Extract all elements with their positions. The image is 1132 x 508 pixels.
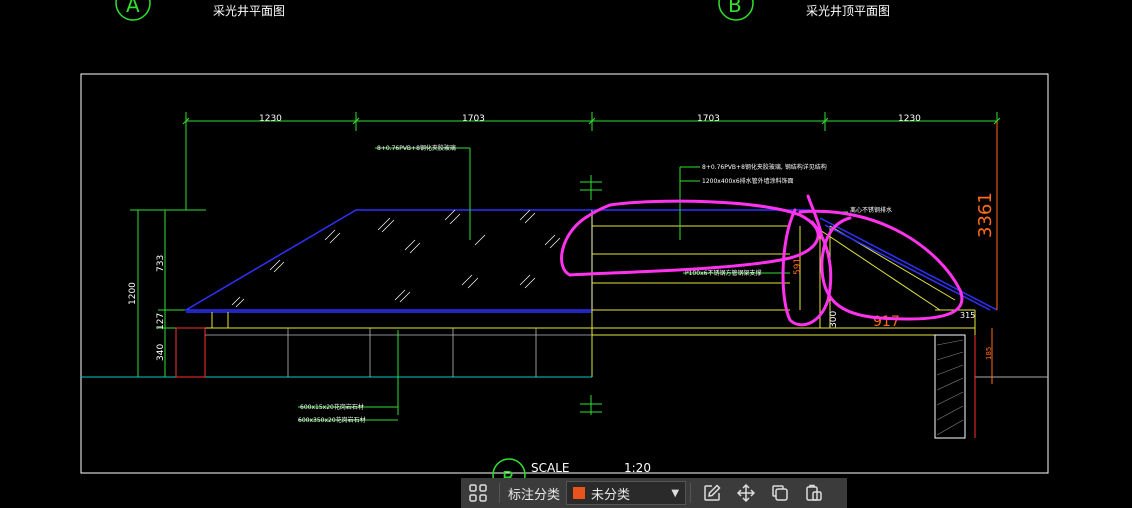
section-a-title: 采光井平面图 bbox=[213, 4, 285, 18]
right-dimension bbox=[991, 121, 998, 384]
category-color-swatch bbox=[573, 487, 586, 499]
note-glass-right-1: 8+0.76PVB+8钢化夹胶玻璃, 钢结构详见结构 bbox=[702, 163, 827, 171]
dim-left-127: 127 bbox=[156, 313, 166, 330]
category-value: 未分类 bbox=[591, 487, 631, 503]
dim-top-2: 1703 bbox=[462, 114, 485, 124]
note-glass-right-2: 1200x400x6排水管外墙涂料饰面 bbox=[702, 177, 794, 185]
dim-top-4: 1230 bbox=[898, 114, 921, 124]
leader-lines bbox=[298, 147, 848, 421]
note-glass-top: 8+0.76PVB+8钢化夹胶玻璃 bbox=[377, 144, 456, 152]
note-stone-1: 600x15x20花岗岩石材 bbox=[300, 403, 364, 411]
category-label: 标注分类 bbox=[508, 487, 561, 503]
glass-hatch bbox=[231, 209, 561, 308]
paste-icon[interactable] bbox=[797, 478, 831, 508]
dim-top-1: 1230 bbox=[259, 114, 282, 124]
grid-icon[interactable] bbox=[461, 478, 495, 508]
left-dimension bbox=[130, 209, 206, 378]
dim-left-total: 1200 bbox=[128, 282, 138, 305]
base-left-block bbox=[175, 327, 206, 378]
section-b-title: 采光井顶平面图 bbox=[806, 4, 890, 18]
wall-hatch bbox=[936, 339, 964, 436]
dim-left-733: 733 bbox=[156, 255, 166, 272]
dim-300: 300 bbox=[829, 311, 839, 328]
dim-left-340: 340 bbox=[156, 344, 166, 361]
dim-right-total: 3361 bbox=[975, 192, 996, 238]
scale-label: SCALE bbox=[531, 461, 569, 475]
chevron-down-icon: ▼ bbox=[671, 487, 680, 499]
annotation-toolbar: 标注分类 未分类 ▼ bbox=[461, 478, 847, 508]
dim-top-3: 1703 bbox=[697, 114, 720, 124]
base-structure bbox=[186, 210, 976, 377]
drawing-frame bbox=[80, 73, 1049, 474]
section-a-marker: A bbox=[126, 0, 140, 17]
note-drain: 离心不锈钢排水 bbox=[850, 206, 892, 214]
dim-591: 591 bbox=[793, 258, 803, 275]
dim-185: 185 bbox=[985, 347, 993, 360]
note-stone-2: 600x350x20花岗岩石材 bbox=[298, 416, 366, 424]
edit-icon[interactable] bbox=[695, 478, 729, 508]
dim-315: 315 bbox=[960, 311, 975, 320]
move-icon[interactable] bbox=[729, 478, 763, 508]
toolbar-divider bbox=[499, 483, 500, 503]
retaining-wall bbox=[934, 334, 966, 439]
section-b-marker: B bbox=[728, 0, 742, 17]
category-select[interactable]: 未分类 ▼ bbox=[566, 481, 687, 505]
copy-icon[interactable] bbox=[763, 478, 797, 508]
scale-value: 1:20 bbox=[624, 461, 651, 475]
toolbar-divider bbox=[690, 483, 692, 503]
cad-canvas[interactable]: A 采光井平面图 B 采光井顶平面图 1230 1703 1703 1230 1… bbox=[0, 0, 1132, 508]
